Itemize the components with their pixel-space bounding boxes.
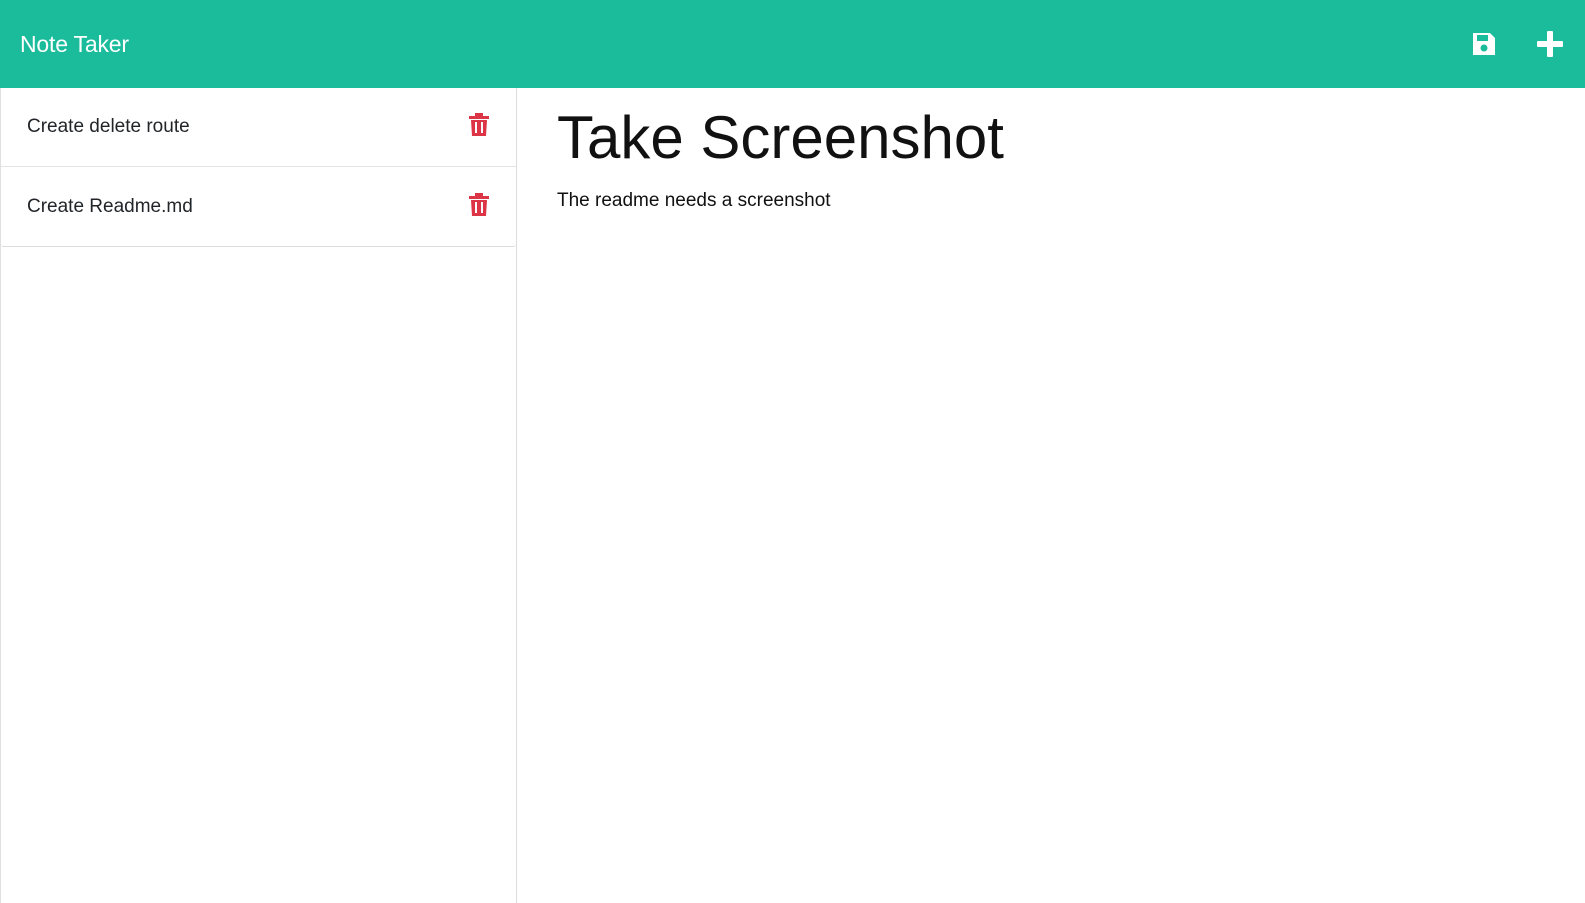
note-item-title: Create Readme.md bbox=[27, 195, 193, 217]
navbar-actions bbox=[1469, 29, 1565, 59]
note-title-input[interactable]: Take Screenshot bbox=[557, 108, 1545, 168]
note-item-title: Create delete route bbox=[27, 116, 190, 137]
navbar: Note Taker bbox=[0, 0, 1585, 88]
save-icon[interactable] bbox=[1469, 29, 1499, 59]
list-item[interactable]: Create Readme.md bbox=[1, 166, 516, 246]
trash-icon[interactable] bbox=[468, 192, 490, 218]
note-editor: Take Screenshot The readme needs a scree… bbox=[517, 88, 1585, 903]
list-item[interactable]: Create delete route bbox=[1, 88, 516, 166]
plus-icon[interactable] bbox=[1535, 29, 1565, 59]
note-list: Create delete route Create Readme.md bbox=[1, 88, 516, 247]
sidebar: Create delete route Create Readme.md bbox=[0, 88, 517, 903]
note-text-area[interactable]: The readme needs a screenshot bbox=[557, 190, 1545, 212]
trash-icon[interactable] bbox=[468, 112, 490, 138]
app-brand[interactable]: Note Taker bbox=[20, 31, 129, 58]
